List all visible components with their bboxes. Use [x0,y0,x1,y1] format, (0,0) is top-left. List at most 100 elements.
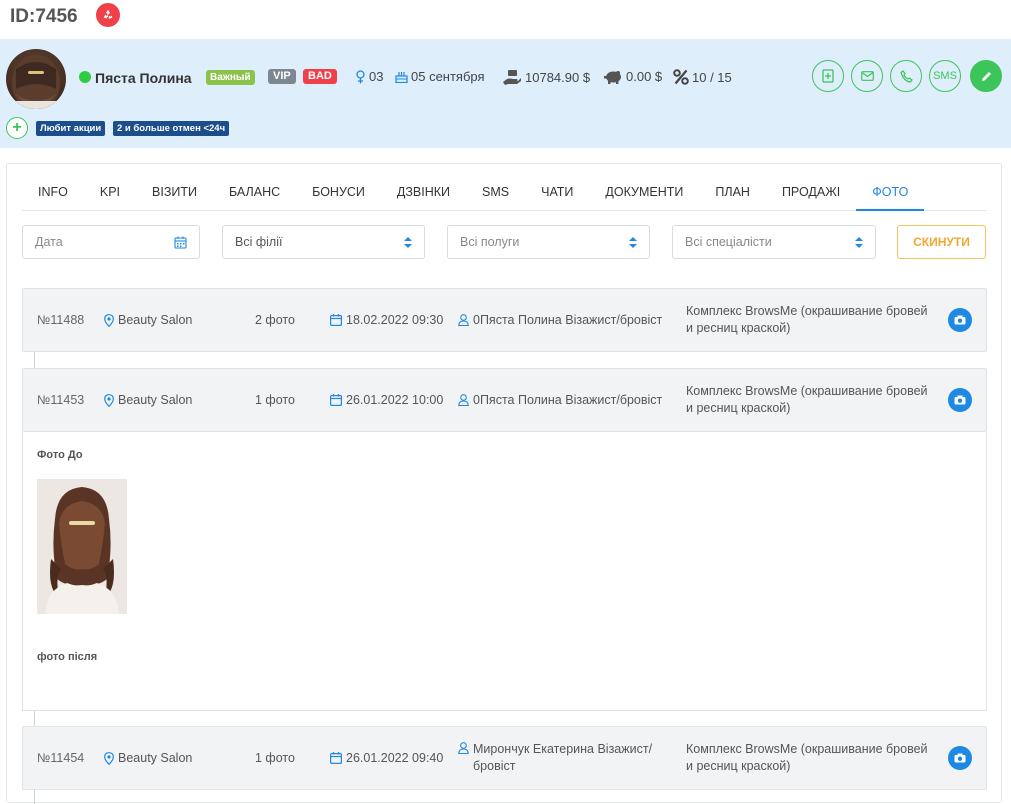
calendar-icon [330,752,342,764]
important-badge: Важный [206,70,255,85]
user-icon [458,314,469,326]
visit-number: №11488 [37,313,85,327]
timeline-connector [34,790,35,804]
tab-documents[interactable]: ДОКУМЕНТИ [589,176,699,211]
tab-sales[interactable]: ПРОДАЖІ [766,176,856,211]
visit-master-name: 0Пяста Полина Візажист/бровіст [473,392,663,407]
upload-photo-button[interactable] [948,746,972,770]
female-symbol-icon [356,69,365,83]
visit-number: №11454 [37,751,85,765]
visit-service: Комплекс BrowsMe (окрашивание бровей и р… [686,304,928,335]
balance-value: 10784.90 $ [525,69,591,85]
balance-stat: 10784.90 $ [502,69,590,85]
gender-stat: 03 [355,69,383,84]
tab-calls[interactable]: ДЗВІНКИ [381,176,466,211]
email-button[interactable] [851,60,883,92]
visit-master: Мирончук Екатерина Візажист/бровіст [458,727,663,789]
user-icon [458,394,469,406]
envelope-icon [860,71,874,81]
upload-photo-button[interactable] [948,388,972,412]
visit-photo-count: 1 фото [255,751,295,765]
visit-service: Комплекс BrowsMe (окрашивание бровей и р… [686,384,928,415]
pencil-icon [981,71,991,81]
visit-row[interactable]: №11454 Beauty Salon 1 фото 26.01.2022 09… [22,726,987,790]
visit-salon-name: Beauty Salon [118,393,193,407]
visit-datetime: 26.01.2022 10:00 [346,393,444,407]
money-hand-icon [503,70,521,85]
gender-value: 03 [369,69,384,84]
discount-value: 10 / 15 [692,69,732,85]
visit-master: 0Пяста Полина Візажист/бровіст [458,289,663,351]
specialist-select[interactable]: Всі спеціалісти [672,225,876,259]
visit-photos-panel: Фото До фото після [22,432,987,711]
visit-salon: Beauty Salon [104,727,192,789]
tab-info[interactable]: INFO [22,176,84,211]
calendar-icon [330,394,342,406]
tab-visits[interactable]: ВІЗИТИ [136,176,213,211]
camera-icon [954,315,966,325]
tab-photo[interactable]: ФОТО [856,176,925,211]
add-record-button[interactable] [812,60,844,92]
visit-date: 26.01.2022 10:00 [330,369,443,431]
photo-before-thumbnail[interactable] [37,479,127,614]
visit-date: 18.02.2022 09:30 [330,289,443,351]
deposit-value: 0.00 $ [626,69,663,84]
birthday-value: 05 сентября [411,69,485,84]
vip-badge: VIP [268,69,296,84]
deposit-stat: 0.00 $ [604,69,662,84]
map-pin-icon [104,393,114,407]
upload-photo-button[interactable] [948,308,972,332]
reset-filters-button[interactable]: СКИНУТИ [897,225,986,259]
birthday-stat: 05 сентября [395,69,485,84]
client-name[interactable]: Пяста Полина [95,70,192,86]
visit-salon: Beauty Salon [104,289,192,351]
visit-salon-name: Beauty Salon [118,751,193,765]
visit-row[interactable]: №11453 Beauty Salon 1 фото 26.01.2022 10… [22,368,987,432]
date-filter-input[interactable]: Дата [22,225,200,259]
discount-stat: 10 / 15 [673,69,732,85]
document-plus-icon [822,69,834,83]
visit-number: №11453 [37,393,85,407]
gender-select[interactable]: Всі полуги [447,225,650,259]
sort-arrows-icon [629,236,637,248]
tab-kpi[interactable]: KPI [84,176,136,211]
timeline-connector [34,352,35,368]
client-details-card: INFO KPI ВІЗИТИ БАЛАНС БОНУСИ ДЗВІНКИ SM… [6,163,1002,804]
tab-bonuses[interactable]: БОНУСИ [296,176,381,211]
timeline-connector [34,710,35,726]
visit-datetime: 26.01.2022 09:40 [346,751,444,765]
top-bar: ID:7456 [0,0,1011,38]
edit-client-button[interactable] [970,60,1002,92]
sms-button[interactable]: SMS [929,60,961,92]
birthday-cake-icon [395,72,408,83]
visit-date: 26.01.2022 09:40 [330,727,443,789]
client-tag-chip: Любит акции [36,121,106,136]
percent-icon [673,69,689,85]
recycle-icon [103,9,113,19]
tab-chats[interactable]: ЧАТИ [525,176,589,211]
gender-select-value: Всі полуги [460,235,520,249]
visit-photo-count: 2 фото [255,313,295,327]
visit-master-name: Мирончук Екатерина Візажист/бровіст [473,742,653,773]
visit-master-name: 0Пяста Полина Візажист/бровіст [473,312,663,327]
recycle-button[interactable] [96,3,120,27]
visit-datetime: 18.02.2022 09:30 [346,313,444,327]
branch-select[interactable]: Всі філії [222,225,425,259]
tab-sms[interactable]: SMS [466,176,525,211]
phone-icon [899,69,913,83]
camera-icon [954,753,966,763]
call-button[interactable] [890,60,922,92]
map-pin-icon [104,313,114,327]
client-avatar[interactable] [6,49,66,109]
visit-row[interactable]: №11488 Beauty Salon 2 фото 18.02.2022 09… [22,288,987,352]
photo-before-label: Фото До [37,449,83,461]
tab-bar: INFO KPI ВІЗИТИ БАЛАНС БОНУСИ ДЗВІНКИ SM… [22,176,987,211]
calendar-icon [174,236,187,249]
client-header: Пяста Полина Важный VIP BAD 03 05 сентяб… [0,39,1011,148]
tab-balance[interactable]: БАЛАНС [213,176,296,211]
tab-plan[interactable]: ПЛАН [699,176,766,211]
page-id-title: ID:7456 [10,6,78,27]
add-tag-button[interactable]: + [6,117,28,139]
calendar-icon [330,314,342,326]
sort-arrows-icon [855,236,863,248]
